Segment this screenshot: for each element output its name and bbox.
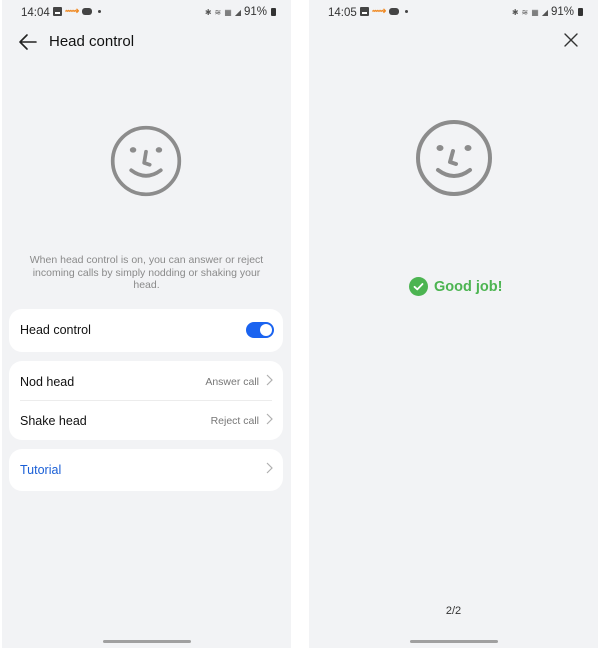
- app-bar: Head control: [2, 28, 291, 58]
- battery-icon: [578, 8, 583, 16]
- orange-app-icon: ⟿: [372, 6, 387, 17]
- game-icon: [82, 8, 93, 15]
- toggle-knob: [260, 324, 272, 336]
- arrow-left-icon: [19, 34, 37, 50]
- tutorial-card: Tutorial: [9, 449, 283, 491]
- page-title: Head control: [49, 33, 135, 50]
- game-icon: [389, 8, 400, 15]
- volte-icon: ▦: [531, 7, 539, 17]
- signal-icon: ◢: [234, 7, 241, 17]
- shake-head-value: Reject call: [210, 415, 259, 427]
- success-message: Good job!: [409, 277, 502, 296]
- shake-head-row[interactable]: Shake head Reject call: [9, 400, 283, 439]
- head-control-row[interactable]: Head control: [9, 309, 283, 348]
- chevron-right-icon: [266, 413, 273, 425]
- head-control-card: Head control: [9, 309, 283, 352]
- battery-percent: 91%: [243, 6, 267, 18]
- status-time: 14:04: [21, 7, 50, 19]
- home-indicator[interactable]: [410, 640, 498, 643]
- chevron-right-icon: [266, 374, 273, 386]
- smiley-face-icon: [110, 125, 182, 197]
- head-control-settings-screen: 14:04 ⟿ ✱ ≋ ▦ ◢ 91% Head control When he…: [2, 0, 291, 648]
- notification-dot-icon: [98, 10, 102, 13]
- wifi-icon: ≋: [214, 7, 222, 17]
- bluetooth-icon: ✱: [511, 7, 519, 17]
- tutorial-label: Tutorial: [20, 463, 62, 477]
- battery-percent: 91%: [550, 6, 574, 18]
- back-button[interactable]: [17, 31, 39, 53]
- notification-dot-icon: [405, 10, 409, 13]
- head-control-label: Head control: [20, 323, 91, 337]
- success-text: Good job!: [434, 278, 503, 295]
- gesture-actions-card: Nod head Answer call Shake head Reject c…: [9, 361, 283, 440]
- nod-head-value: Answer call: [205, 376, 259, 388]
- shake-head-label: Shake head: [20, 414, 87, 428]
- page-indicator: 2/2: [445, 605, 462, 617]
- tutorial-result-screen: 14:05 ⟿ ✱ ≋ ▦ ◢ 91% Good job! 2/2: [309, 0, 598, 648]
- check-circle-icon: [409, 277, 428, 296]
- status-time: 14:05: [328, 7, 357, 19]
- chevron-right-icon: [266, 462, 273, 474]
- status-bar: 14:05 ⟿ ✱ ≋ ▦ ◢ 91%: [309, 0, 598, 26]
- orange-app-icon: ⟿: [65, 6, 80, 17]
- gallery-icon: [360, 7, 369, 16]
- signal-icon: ◢: [541, 7, 548, 17]
- tutorial-row[interactable]: Tutorial: [9, 449, 283, 488]
- close-icon: [564, 33, 578, 47]
- volte-icon: ▦: [224, 7, 232, 17]
- close-button[interactable]: [562, 31, 580, 49]
- wifi-icon: ≋: [521, 7, 529, 17]
- smiley-face-icon: [416, 120, 492, 196]
- bluetooth-icon: ✱: [204, 7, 212, 17]
- app-bar: [309, 28, 598, 58]
- nod-head-row[interactable]: Nod head Answer call: [9, 361, 283, 400]
- home-indicator[interactable]: [103, 640, 191, 643]
- battery-icon: [271, 8, 276, 16]
- status-bar: 14:04 ⟿ ✱ ≋ ▦ ◢ 91%: [2, 0, 291, 26]
- gallery-icon: [53, 7, 62, 16]
- head-control-toggle[interactable]: [246, 322, 274, 338]
- nod-head-label: Nod head: [20, 375, 75, 389]
- feature-description: When head control is on, you can answer …: [29, 254, 264, 291]
